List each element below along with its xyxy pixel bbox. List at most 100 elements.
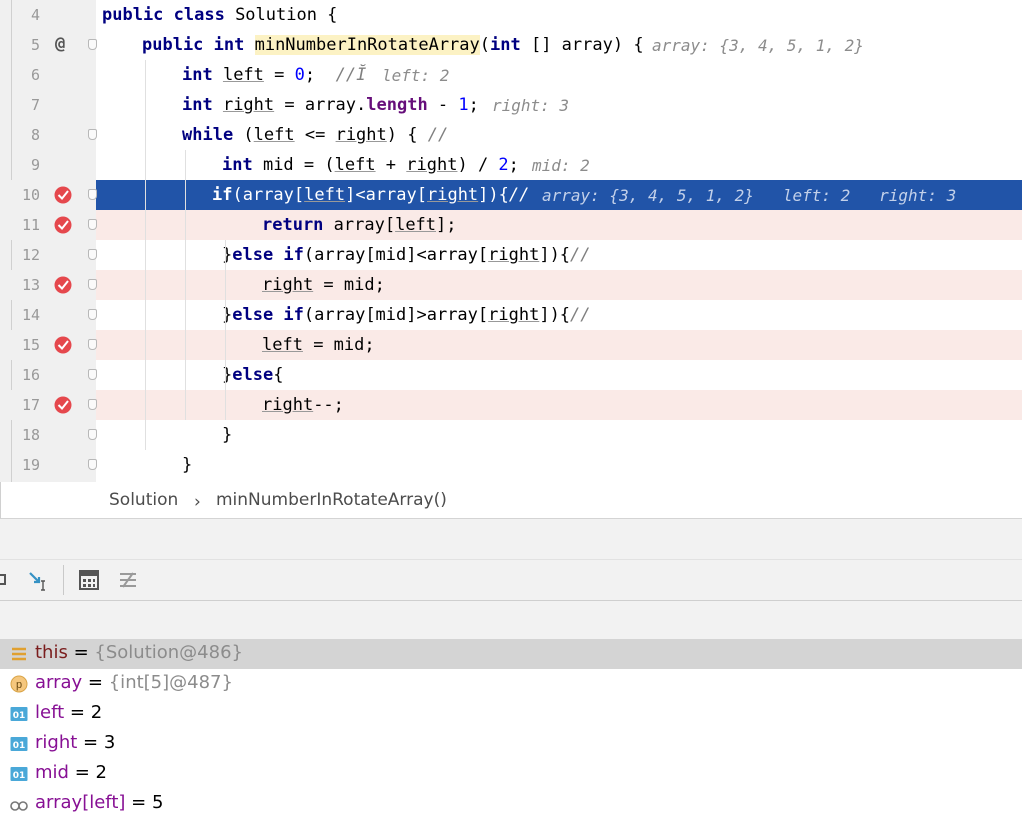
code-token: while	[182, 125, 244, 145]
code-token: //	[508, 185, 530, 205]
settings-icon[interactable]	[116, 568, 140, 592]
inline-debug-hint: right: 3	[492, 96, 570, 115]
code-token: left	[304, 185, 346, 205]
code-token: (	[243, 125, 254, 145]
code-token: left	[222, 65, 264, 85]
code-line: 15 left = mid;	[0, 330, 1022, 360]
gutter-cell[interactable]: 19	[0, 450, 97, 480]
calculator-icon[interactable]	[77, 568, 101, 592]
code-token: int	[490, 35, 531, 55]
code-line: 8 while (left <= right) { //	[0, 120, 1022, 150]
code-text: int left = 0; //Ĭ	[182, 65, 366, 85]
fold-marker-icon[interactable]	[88, 279, 97, 290]
code-editor[interactable]: 4 public class Solution {5 @ public int min…	[0, 0, 1022, 482]
fold-marker-icon[interactable]	[88, 39, 97, 50]
breakpoint-icon[interactable]	[53, 215, 73, 235]
variable-row[interactable]: this = {Solution@486}	[0, 639, 1022, 669]
variable-equals: =	[67, 642, 95, 663]
variable-name: right	[35, 732, 78, 753]
code-token: --;	[313, 395, 344, 415]
line-number: 11	[21, 216, 40, 234]
step-icon[interactable]	[0, 568, 18, 592]
variable-row[interactable]: 01 right = 3	[0, 729, 1022, 759]
breakpoint-icon[interactable]	[53, 185, 73, 205]
variable-row[interactable]: array[left] = 5	[0, 789, 1022, 819]
override-marker-icon[interactable]: @	[55, 34, 65, 54]
gutter-cell[interactable]: 18	[0, 420, 97, 450]
primitive-icon: 01	[10, 767, 28, 781]
code-line: 5 @ public int minNumberInRotateArray(int …	[0, 30, 1022, 60]
gutter-cell[interactable]: 12	[0, 240, 97, 270]
breadcrumb-separator-icon: ›	[194, 492, 201, 512]
code-token: 2	[498, 155, 509, 175]
code-token: }	[222, 245, 233, 265]
breakpoint-icon[interactable]	[53, 395, 73, 415]
code-token: length	[366, 95, 428, 115]
variable-row[interactable]: 01 mid = 2	[0, 759, 1022, 789]
code-token: //	[570, 305, 591, 325]
breakpoint-icon[interactable]	[53, 275, 73, 295]
code-token: array[	[333, 215, 396, 235]
gutter-cell[interactable]: 16	[0, 360, 97, 390]
breakpoint-icon[interactable]	[53, 335, 73, 355]
gutter-cell[interactable]: 5 @	[0, 30, 97, 60]
svg-text:01: 01	[13, 711, 26, 721]
variable-row[interactable]: 01 left = 2	[0, 699, 1022, 729]
debug-panel-header	[0, 519, 1022, 560]
fold-marker-icon[interactable]	[88, 459, 97, 470]
fold-marker-icon[interactable]	[88, 339, 97, 350]
watch-icon	[10, 801, 28, 811]
evaluate-expression-icon[interactable]	[27, 568, 51, 592]
fold-marker-icon[interactable]	[88, 189, 97, 200]
line-number: 16	[21, 366, 40, 384]
code-token: 1	[458, 95, 469, 115]
toolbar-divider	[63, 565, 64, 595]
breadcrumb-method[interactable]: minNumberInRotateArray()	[216, 490, 447, 510]
gutter-cell[interactable]: 14	[0, 300, 97, 330]
variable-row[interactable]: p array = {int[5]@487}	[0, 669, 1022, 699]
fold-marker-icon[interactable]	[88, 369, 97, 380]
gutter-cell[interactable]: 9	[0, 150, 96, 180]
fold-marker-icon[interactable]	[88, 309, 97, 320]
code-token: right	[222, 95, 275, 115]
code-token: right	[426, 185, 479, 205]
fold-marker-icon[interactable]	[88, 249, 97, 260]
gutter-cell[interactable]: 17	[0, 390, 97, 420]
gutter-cell[interactable]: 11	[0, 210, 97, 240]
breadcrumb-class[interactable]: Solution	[109, 490, 178, 510]
gutter-cell[interactable]: 6	[0, 60, 96, 90]
fold-marker-icon[interactable]	[88, 219, 97, 230]
gutter-cell[interactable]: 10	[0, 180, 97, 210]
fold-marker-icon[interactable]	[88, 399, 97, 410]
code-token: }	[222, 425, 233, 445]
line-number: 17	[21, 396, 40, 414]
code-token: left	[395, 215, 437, 235]
parameter-icon: p	[10, 675, 28, 693]
code-token: = mid;	[302, 335, 375, 355]
variable-text: this = {Solution@486}	[35, 642, 243, 663]
code-line: 13 right = mid;	[0, 270, 1022, 300]
gutter-cell[interactable]: 4	[0, 0, 96, 30]
gutter-cell[interactable]: 15	[0, 330, 97, 360]
fold-marker-icon[interactable]	[88, 429, 97, 440]
gutter-cell[interactable]: 7	[0, 90, 96, 120]
code-token: else	[232, 365, 274, 385]
indent-guide	[185, 150, 186, 420]
code-line: 14}else if(array[mid]>array[right]){//	[0, 300, 1022, 330]
gutter-cell[interactable]: 8	[0, 120, 97, 150]
code-token: left	[334, 155, 376, 175]
code-token: -	[427, 95, 459, 115]
debug-subtoolbar	[0, 601, 1022, 639]
code-token: right	[488, 305, 540, 325]
code-token: +	[375, 155, 407, 175]
fold-marker-icon[interactable]	[88, 129, 97, 140]
gutter-cell[interactable]: 13	[0, 270, 97, 300]
line-number: 18	[21, 426, 40, 444]
code-token: int	[222, 155, 263, 175]
code-text: }else if(array[mid]<array[right]){//	[222, 245, 591, 265]
primitive-icon: 01	[10, 707, 28, 721]
code-line: 17 right--;	[0, 390, 1022, 420]
code-token: <=	[294, 125, 336, 145]
code-token: 0	[294, 65, 305, 85]
code-token: (array[	[232, 185, 305, 205]
